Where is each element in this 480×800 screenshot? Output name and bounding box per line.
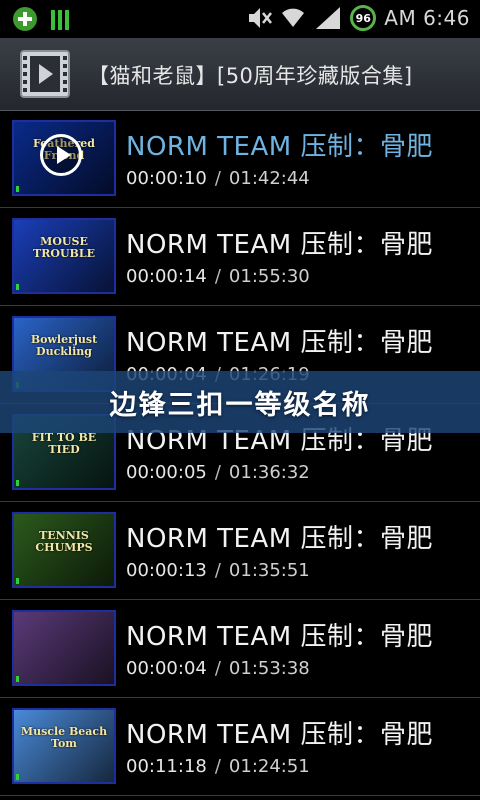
video-time: 00:00:05 / 01:36:32	[126, 462, 310, 483]
video-duration: 01:36:32	[228, 462, 310, 483]
playback-progress-indicator	[16, 774, 19, 780]
playback-position: 00:00:04	[126, 658, 207, 679]
signal-bars-icon	[51, 10, 69, 30]
video-list-item[interactable]: Feathered Friend NORM TEAM 压制：骨肥 00:00:10 /…	[0, 110, 480, 208]
video-time: 00:00:13 / 01:35:51	[126, 560, 310, 581]
time-separator: /	[214, 560, 221, 581]
playback-position: 00:00:13	[126, 560, 207, 581]
video-thumbnail[interactable]: MOUSE TROUBLE	[12, 218, 116, 294]
video-list: Feathered Friend NORM TEAM 压制：骨肥 00:00:10 /…	[0, 110, 480, 796]
video-list-item[interactable]: Muscle Beach Tom NORM TEAM 压制：骨肥 00:11:18 /…	[0, 698, 480, 796]
video-time: 00:00:10 / 01:42:44	[126, 168, 310, 189]
time-separator: /	[214, 658, 221, 679]
playback-progress-indicator	[16, 480, 19, 486]
playback-position: 00:00:14	[126, 266, 207, 287]
video-title: NORM TEAM 压制：骨肥	[126, 524, 433, 554]
app-bar: 【猫和老鼠】[50周年珍藏版合集]	[0, 38, 480, 111]
playback-progress-indicator	[16, 186, 19, 192]
time-separator: /	[214, 462, 221, 483]
playback-position: 00:00:10	[126, 168, 207, 189]
video-time: 00:00:14 / 01:55:30	[126, 266, 310, 287]
playback-progress-indicator	[16, 284, 19, 290]
video-list-item[interactable]: TENNIS CHUMPS NORM TEAM 压制：骨肥 00:00:13 / 01:…	[0, 502, 480, 600]
overlay-banner-text: 边锋三扣一等级名称	[109, 389, 371, 421]
time-separator: /	[214, 266, 221, 287]
video-duration: 01:53:38	[228, 658, 310, 679]
play-icon[interactable]	[40, 134, 82, 176]
battery-level: 96	[355, 11, 371, 25]
video-title: NORM TEAM 压制：骨肥	[126, 230, 433, 260]
page-title: 【猫和老鼠】[50周年珍藏版合集]	[88, 64, 413, 88]
playback-position: 00:00:05	[126, 462, 207, 483]
video-duration: 01:35:51	[228, 560, 310, 581]
video-list-item[interactable]: NORM TEAM 压制：骨肥 00:00:04 / 01:53:38	[0, 600, 480, 698]
video-list-item[interactable]: MOUSE TROUBLE NORM TEAM 压制：骨肥 00:00:14 / 01:…	[0, 208, 480, 306]
clock: AM 6:46	[384, 6, 470, 30]
thumbnail-caption: FIT TO BE TIED	[31, 431, 97, 456]
status-bar: 96 AM 6:46	[0, 0, 480, 38]
add-icon	[13, 7, 37, 31]
cell-signal-icon	[316, 7, 341, 29]
video-duration: 01:42:44	[228, 168, 310, 189]
time-separator: /	[214, 168, 221, 189]
time-separator: /	[214, 756, 221, 777]
video-duration: 01:24:51	[228, 756, 310, 777]
video-time: 00:11:18 / 01:24:51	[126, 756, 310, 777]
battery-icon: 96	[350, 5, 377, 31]
playback-position: 00:11:18	[126, 756, 207, 777]
wifi-icon	[282, 8, 305, 27]
video-title: NORM TEAM 压制：骨肥	[126, 622, 433, 652]
video-title: NORM TEAM 压制：骨肥	[126, 720, 433, 750]
thumbnail-caption: Bowlerjust Duckling	[30, 333, 98, 358]
playback-progress-indicator	[16, 676, 19, 682]
thumbnail-caption: Muscle Beach Tom	[20, 725, 108, 750]
video-thumbnail[interactable]: Muscle Beach Tom	[12, 708, 116, 784]
video-player-icon[interactable]	[20, 50, 70, 98]
video-thumbnail[interactable]: Feathered Friend	[12, 120, 116, 196]
video-time: 00:00:04 / 01:53:38	[126, 658, 310, 679]
thumbnail-caption: MOUSE TROUBLE	[33, 235, 95, 260]
video-thumbnail[interactable]	[12, 610, 116, 686]
thumbnail-caption: TENNIS CHUMPS	[35, 529, 93, 554]
video-title: NORM TEAM 压制：骨肥	[126, 132, 433, 162]
playback-progress-indicator	[16, 578, 19, 584]
video-title: NORM TEAM 压制：骨肥	[126, 328, 433, 358]
video-thumbnail[interactable]: TENNIS CHUMPS	[12, 512, 116, 588]
video-duration: 01:55:30	[228, 266, 310, 287]
mute-icon	[249, 8, 273, 28]
overlay-banner[interactable]: 边锋三扣一等级名称	[0, 371, 480, 433]
